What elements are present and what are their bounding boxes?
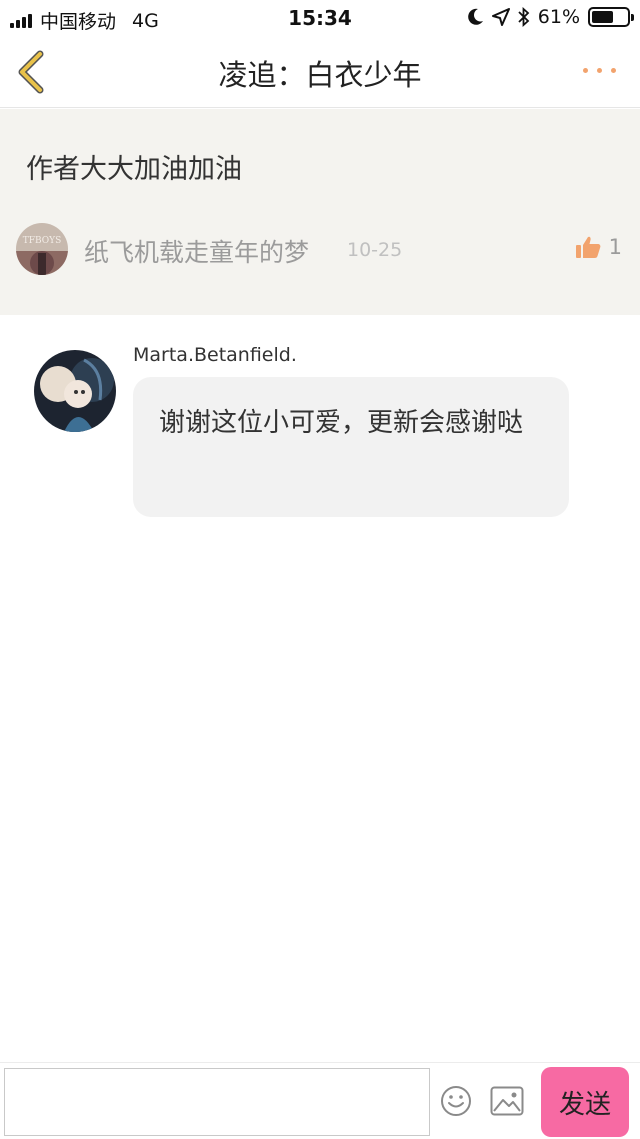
reply-avatar[interactable] bbox=[34, 350, 116, 432]
more-dots-icon bbox=[583, 68, 588, 73]
avatar-logo-text: TFBOYS bbox=[23, 236, 62, 246]
battery-icon bbox=[588, 7, 634, 27]
thumbs-up-icon bbox=[575, 236, 601, 258]
reply-author[interactable]: Marta.Betanfield. bbox=[133, 344, 297, 366]
like-button[interactable]: 1 bbox=[575, 235, 622, 259]
image-button[interactable] bbox=[490, 1086, 524, 1116]
bluetooth-icon bbox=[518, 7, 530, 27]
emoji-button[interactable] bbox=[440, 1085, 472, 1117]
reply-text: 谢谢这位小可爱，更新会感谢哒 bbox=[159, 408, 524, 438]
original-comment-author[interactable]: 纸飞机载走童年的梦 bbox=[84, 233, 309, 269]
more-button[interactable] bbox=[580, 58, 620, 82]
smiley-icon bbox=[441, 1086, 471, 1116]
page-title: 凌追：白衣少年 bbox=[218, 58, 422, 92]
moon-icon bbox=[467, 8, 483, 25]
send-button[interactable]: 发送 bbox=[541, 1067, 629, 1137]
location-arrow-icon bbox=[491, 8, 510, 26]
comment-input[interactable] bbox=[4, 1068, 430, 1136]
nav-bar: 凌追：白衣少年 bbox=[0, 36, 640, 108]
status-bar: 中国移动 4G 15:34 61% bbox=[0, 0, 640, 36]
original-comment: 作者大大加油加油 TFBOYS 纸飞机载走童年的梦 10-25 1 bbox=[0, 109, 640, 315]
original-comment-date: 10-25 bbox=[347, 239, 403, 261]
reply-bubble: 谢谢这位小可爱，更新会感谢哒 bbox=[133, 377, 569, 517]
original-comment-avatar[interactable]: TFBOYS bbox=[16, 223, 68, 275]
image-icon bbox=[490, 1086, 524, 1116]
comment-detail-screen: 中国移动 4G 15:34 61% 凌追：白衣少年 作者大大加油加油 TFBOY… bbox=[0, 0, 640, 1139]
like-count: 1 bbox=[608, 235, 622, 259]
original-comment-text: 作者大大加油加油 bbox=[26, 154, 242, 185]
input-bar: 发送 bbox=[0, 1062, 640, 1139]
status-right: 61% bbox=[467, 6, 634, 28]
battery-percent: 61% bbox=[537, 6, 580, 28]
